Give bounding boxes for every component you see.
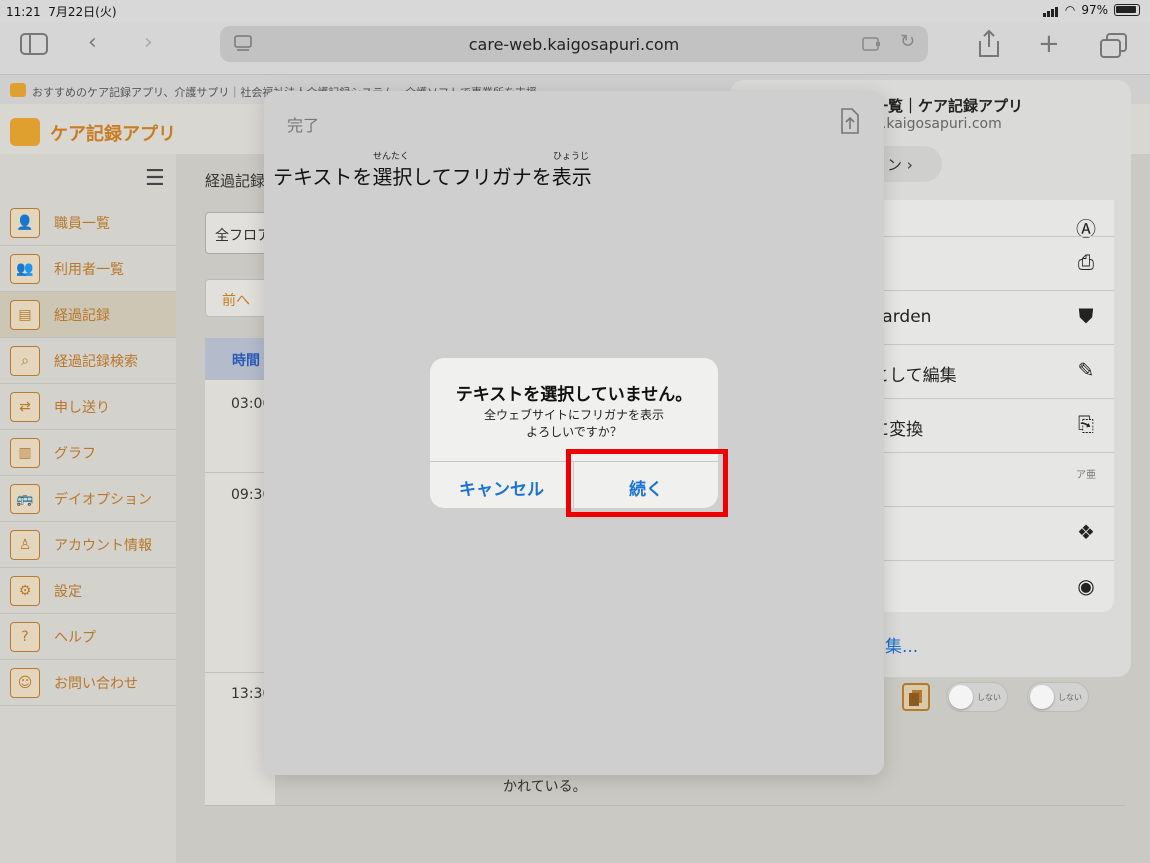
sidebar-item-label: 設定 <box>54 583 82 600</box>
contact-icon: ☺ <box>10 667 40 698</box>
alert-message: よろしいですか？ <box>526 425 622 439</box>
new-tab-icon[interactable]: + <box>1038 29 1060 59</box>
sidebar-item-records[interactable]: ▤ 経過記録 <box>0 292 176 338</box>
sidebar-item-contact[interactable]: ☺ お問い合わせ <box>0 660 176 706</box>
cancel-button[interactable]: キャンセル <box>430 462 573 508</box>
sidebar-item-label: ヘルプ <box>54 629 96 646</box>
alert-message: 全ウェブサイトにフリガナを表示 <box>483 408 664 422</box>
sidebar-item-help[interactable]: ? ヘルプ <box>0 614 176 660</box>
help-icon: ? <box>10 621 40 652</box>
status-time-date: 11:21 7月22日(火) <box>6 5 117 19</box>
cellular-signal-icon <box>1042 3 1059 17</box>
sidebar: 👤 職員一覧 👥 利用者一覧 ▤ 経過記録 ⌕ 経過記録検索 ⇄ 申し送り ▥ グラフ 🚌 デ… <box>0 154 176 863</box>
sidebar-item-settings[interactable]: ⚙ 設定 <box>0 568 176 614</box>
dropbox-icon: ❖ <box>1077 520 1095 544</box>
time-header: 時間 <box>232 353 260 369</box>
staff-icon: 👤 <box>10 207 40 238</box>
sidebar-item-label: グラフ <box>54 445 96 462</box>
toggle-switch[interactable]: しない <box>1027 682 1089 712</box>
share-page-url: b.kaigosapuri.com <box>873 116 1002 132</box>
status-indicators: ◠ 97% <box>1042 3 1140 17</box>
toggle-label: しない <box>1058 693 1082 702</box>
sidebar-item-record-search[interactable]: ⌕ 経過記録検索 <box>0 338 176 384</box>
url-text[interactable]: care-web.kaigosapuri.com <box>220 35 928 54</box>
copy-icon[interactable] <box>902 683 930 711</box>
forward-icon[interactable]: › <box>144 30 153 55</box>
sidebar-item-day-option[interactable]: 🚌 デイオプション <box>0 476 176 522</box>
toggle-switch[interactable]: しない <box>946 682 1008 712</box>
sidebar-item-label: 経過記録 <box>54 307 110 324</box>
sidebar-item-account[interactable]: ♙ アカウント情報 <box>0 522 176 568</box>
content-divider <box>205 805 1125 806</box>
sidebar-item-label: 職員一覧 <box>54 215 110 232</box>
sidebar-item-label: アカウント情報 <box>54 537 152 554</box>
tab-favicon-icon <box>10 83 26 97</box>
tabs-overview-icon[interactable] <box>1100 33 1128 63</box>
account-icon: ♙ <box>10 529 40 560</box>
status-bar: 11:21 7月22日(火) ◠ 97% <box>0 0 1150 22</box>
record-search-icon: ⌕ <box>10 345 40 376</box>
extension-icon[interactable] <box>862 35 882 57</box>
gear-icon: ⚙ <box>10 575 40 606</box>
hamburger-menu-icon[interactable]: ☰ <box>145 166 165 191</box>
edit-actions-link[interactable]: 集... <box>885 632 918 657</box>
sidebar-item-staff[interactable]: 👤 職員一覧 <box>0 200 176 246</box>
wifi-icon: ◠ <box>1064 3 1076 17</box>
sidebar-item-graph[interactable]: ▥ グラフ <box>0 430 176 476</box>
record-icon: ▤ <box>10 299 40 330</box>
share-page-title: 一覧｜ケア記録アプリ <box>873 97 1024 115</box>
highlight-box <box>566 449 728 517</box>
sidebar-item-label: 利用者一覧 <box>54 261 124 278</box>
done-button[interactable]: 完了 <box>287 112 319 136</box>
day-option-icon: 🚌 <box>10 483 40 514</box>
modal-heading: テキストを選択してフリガナを表示 <box>273 165 592 189</box>
toggle-label: しない <box>977 693 1001 702</box>
record-text: かれている。 <box>503 779 587 795</box>
sidebar-item-label: 申し送り <box>54 399 110 416</box>
sidebar-toggle-icon[interactable] <box>20 33 48 61</box>
graph-icon: ▥ <box>10 437 40 468</box>
app-logo-icon <box>10 118 40 146</box>
handover-icon: ⇄ <box>10 391 40 422</box>
battery-icon <box>1114 4 1140 16</box>
furigana-icon: ア亜 <box>1076 470 1096 481</box>
bitwarden-shield-icon: ⛊ <box>1078 304 1094 328</box>
convert-pdf-icon: ⎘ <box>1078 412 1094 436</box>
chrome-icon: ◉ <box>1077 574 1095 598</box>
modal-share-icon[interactable] <box>838 107 862 135</box>
app-name: ケア記録アプリ <box>50 124 176 145</box>
edit-pdf-icon: ✎ <box>1077 358 1095 382</box>
share-icon[interactable] <box>976 29 1002 63</box>
user-list-icon: 👥 <box>10 253 40 284</box>
print-icon: ⎙ <box>1078 250 1094 274</box>
reload-icon[interactable]: ↻ <box>900 31 915 52</box>
prev-button-label: 前へ <box>222 293 250 309</box>
sidebar-item-label: デイオプション <box>54 491 152 508</box>
sidebar-item-users[interactable]: 👥 利用者一覧 <box>0 246 176 292</box>
sidebar-item-label: 経過記録検索 <box>54 353 138 370</box>
back-icon[interactable]: ‹ <box>88 30 97 55</box>
alert-title: テキストを選択していません。 <box>455 385 693 405</box>
sidebar-item-label: お問い合わせ <box>54 675 138 692</box>
sidebar-item-handover[interactable]: ⇄ 申し送り <box>0 384 176 430</box>
floor-select-value: 全フロア <box>215 228 271 244</box>
address-bar[interactable]: care-web.kaigosapuri.com ↻ <box>220 26 928 62</box>
battery-percent: 97% <box>1081 3 1108 17</box>
page-title: 経過記録 <box>205 172 266 190</box>
